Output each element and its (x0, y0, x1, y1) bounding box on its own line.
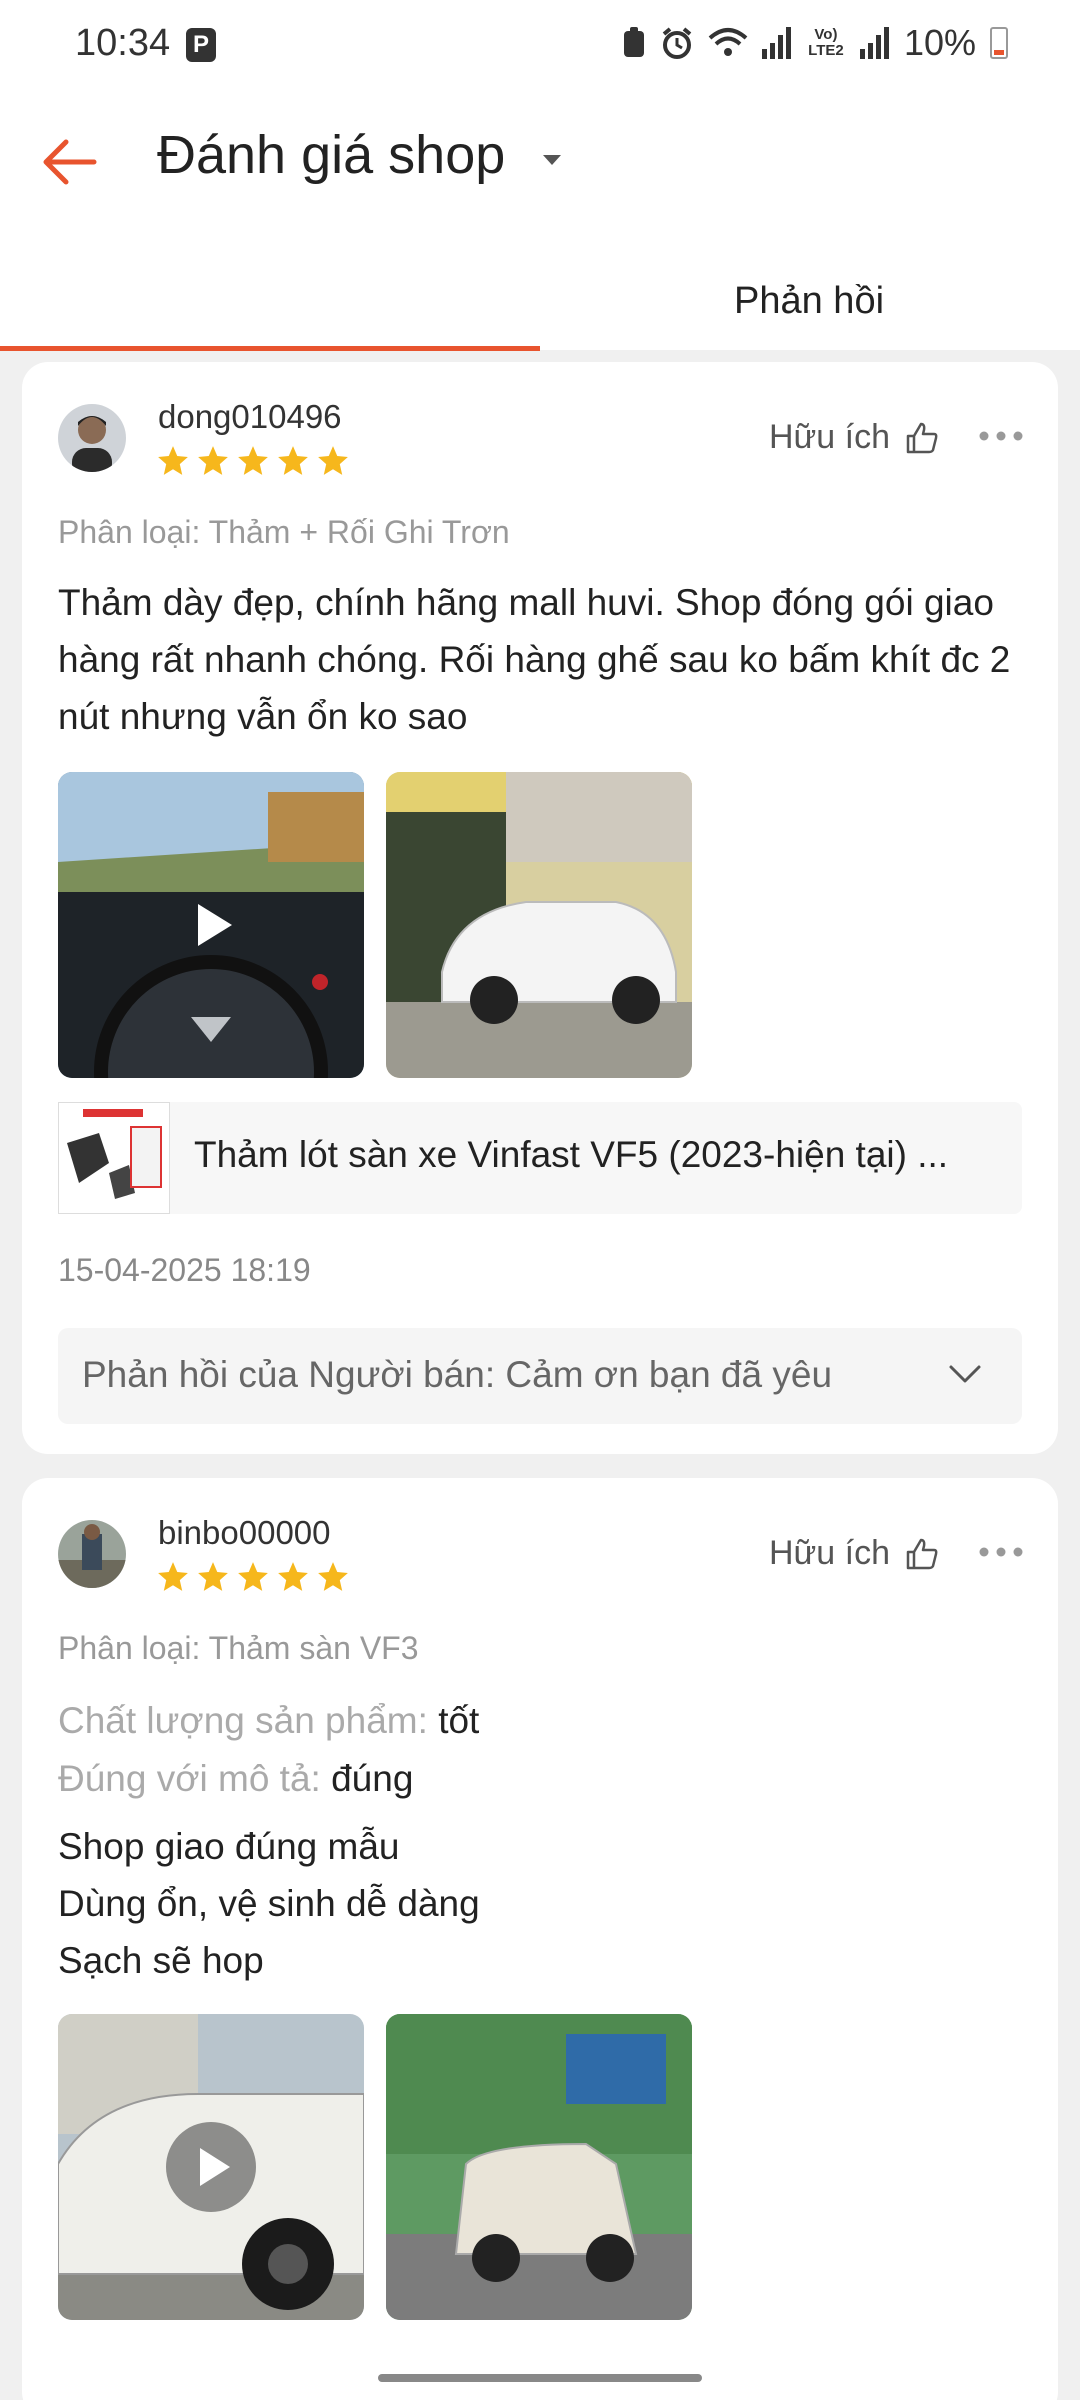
battery-percent: 10% (903, 22, 976, 63)
star-icon (158, 1562, 188, 1591)
review-photo[interactable] (386, 2014, 692, 2320)
description-match-attribute: Đúng với mô tả: đúng (58, 1758, 413, 1800)
star-icon (318, 446, 348, 475)
status-icons: Vo) LTE2 10% (622, 22, 1008, 64)
home-indicator[interactable] (378, 2374, 702, 2382)
rating-stars (156, 444, 350, 478)
tab-replies-label: Phản hồi (734, 280, 885, 322)
helpful-button[interactable]: Hữu ích (769, 418, 940, 457)
thumbs-up-icon (906, 422, 938, 453)
quality-value: tốt (438, 1700, 480, 1741)
review-video[interactable] (58, 772, 364, 1078)
review-card: binbo00000 Hữu ích Phân loại: Thảm sàn V… (22, 1478, 1058, 2400)
battery-icon (990, 27, 1008, 59)
more-options-icon[interactable] (976, 1542, 1026, 1562)
review-video[interactable] (58, 2014, 364, 2320)
star-icon (198, 446, 228, 475)
wifi-icon (708, 28, 748, 56)
avatar[interactable] (58, 404, 126, 472)
chevron-down-icon[interactable] (948, 1362, 982, 1386)
star-icon (318, 1562, 348, 1591)
helpful-label: Hữu ích (768, 1534, 890, 1572)
play-icon[interactable] (176, 890, 246, 960)
review-line: Dùng ổn, vệ sinh dễ dàng (58, 1883, 480, 1924)
car-photo-thumbnail (386, 772, 692, 1078)
thumbs-up-icon (906, 1538, 938, 1569)
status-time: 10:34 (75, 22, 171, 64)
review-photo[interactable] (386, 772, 692, 1078)
signal-icon (761, 27, 791, 59)
signal-icon-2 (859, 27, 889, 59)
alarm-icon (662, 27, 692, 59)
description-match-label: Đúng với mô tả: (58, 1758, 321, 1799)
star-icon (198, 1562, 228, 1591)
review-card: dong010496 Hữu ích Phân loại: Thảm + Rối… (22, 362, 1058, 1454)
seller-reply[interactable]: Phản hồi của Người bán: Cảm ơn bạn đã yê… (58, 1328, 1022, 1424)
star-icon (278, 446, 308, 475)
product-link[interactable]: Thảm lót sàn xe Vinfast VF5 (2023-hiện t… (58, 1102, 1022, 1214)
quality-attribute: Chất lượng sản phẩm: tốt (58, 1700, 479, 1742)
page-title[interactable]: Đánh giá shop (157, 124, 505, 186)
seller-reply-text: Phản hồi của Người bán: Cảm ơn bạn đã yê… (82, 1354, 833, 1395)
play-icon[interactable] (164, 2120, 258, 2214)
review-line: Sạch sẽ hop (58, 1940, 264, 1981)
variant-label: Phân loại: Thảm + Rối Ghi Trơn (58, 514, 510, 550)
review-line: Shop giao đúng mẫu (58, 1826, 400, 1867)
tab-reviews[interactable] (0, 250, 540, 350)
rating-stars (156, 1560, 350, 1594)
review-text: Thảm dày đẹp, chính hãng mall huvi. Shop… (58, 582, 1011, 737)
product-name: Thảm lót sàn xe Vinfast VF5 (2023-hiện t… (194, 1134, 949, 1175)
caret-down-icon[interactable] (540, 148, 564, 172)
clipboard-notification-icon (623, 27, 644, 57)
status-bar: 10:34 P Vo) LTE2 10% (0, 0, 1080, 90)
helpful-label: Hữu ích (768, 418, 890, 456)
star-icon (238, 1562, 268, 1591)
product-thumbnail (58, 1102, 170, 1214)
reviewer-username: binbo00000 (158, 1514, 331, 1551)
review-date: 15-04-2025 18:19 (58, 1252, 311, 1288)
back-arrow-icon[interactable] (38, 130, 102, 194)
quality-label: Chất lượng sản phẩm: (58, 1700, 428, 1741)
volte-label: Vo) LTE2 (808, 26, 844, 59)
app-header: Đánh giá shop Phản hồi (0, 90, 1080, 351)
tab-indicator (0, 346, 540, 351)
more-options-icon[interactable] (976, 426, 1026, 446)
star-icon (278, 1562, 308, 1591)
avatar[interactable] (58, 1520, 126, 1588)
car-photo-thumbnail (386, 2014, 692, 2320)
star-icon (158, 446, 188, 475)
helpful-button[interactable]: Hữu ích (769, 1534, 940, 1573)
variant-label: Phân loại: Thảm sàn VF3 (58, 1630, 419, 1666)
parking-app-icon: P (186, 28, 216, 62)
star-icon (238, 446, 268, 475)
description-match-value: đúng (331, 1758, 414, 1799)
tab-replies[interactable]: Phản hồi (540, 250, 1080, 350)
reviewer-username: dong010496 (158, 398, 342, 435)
